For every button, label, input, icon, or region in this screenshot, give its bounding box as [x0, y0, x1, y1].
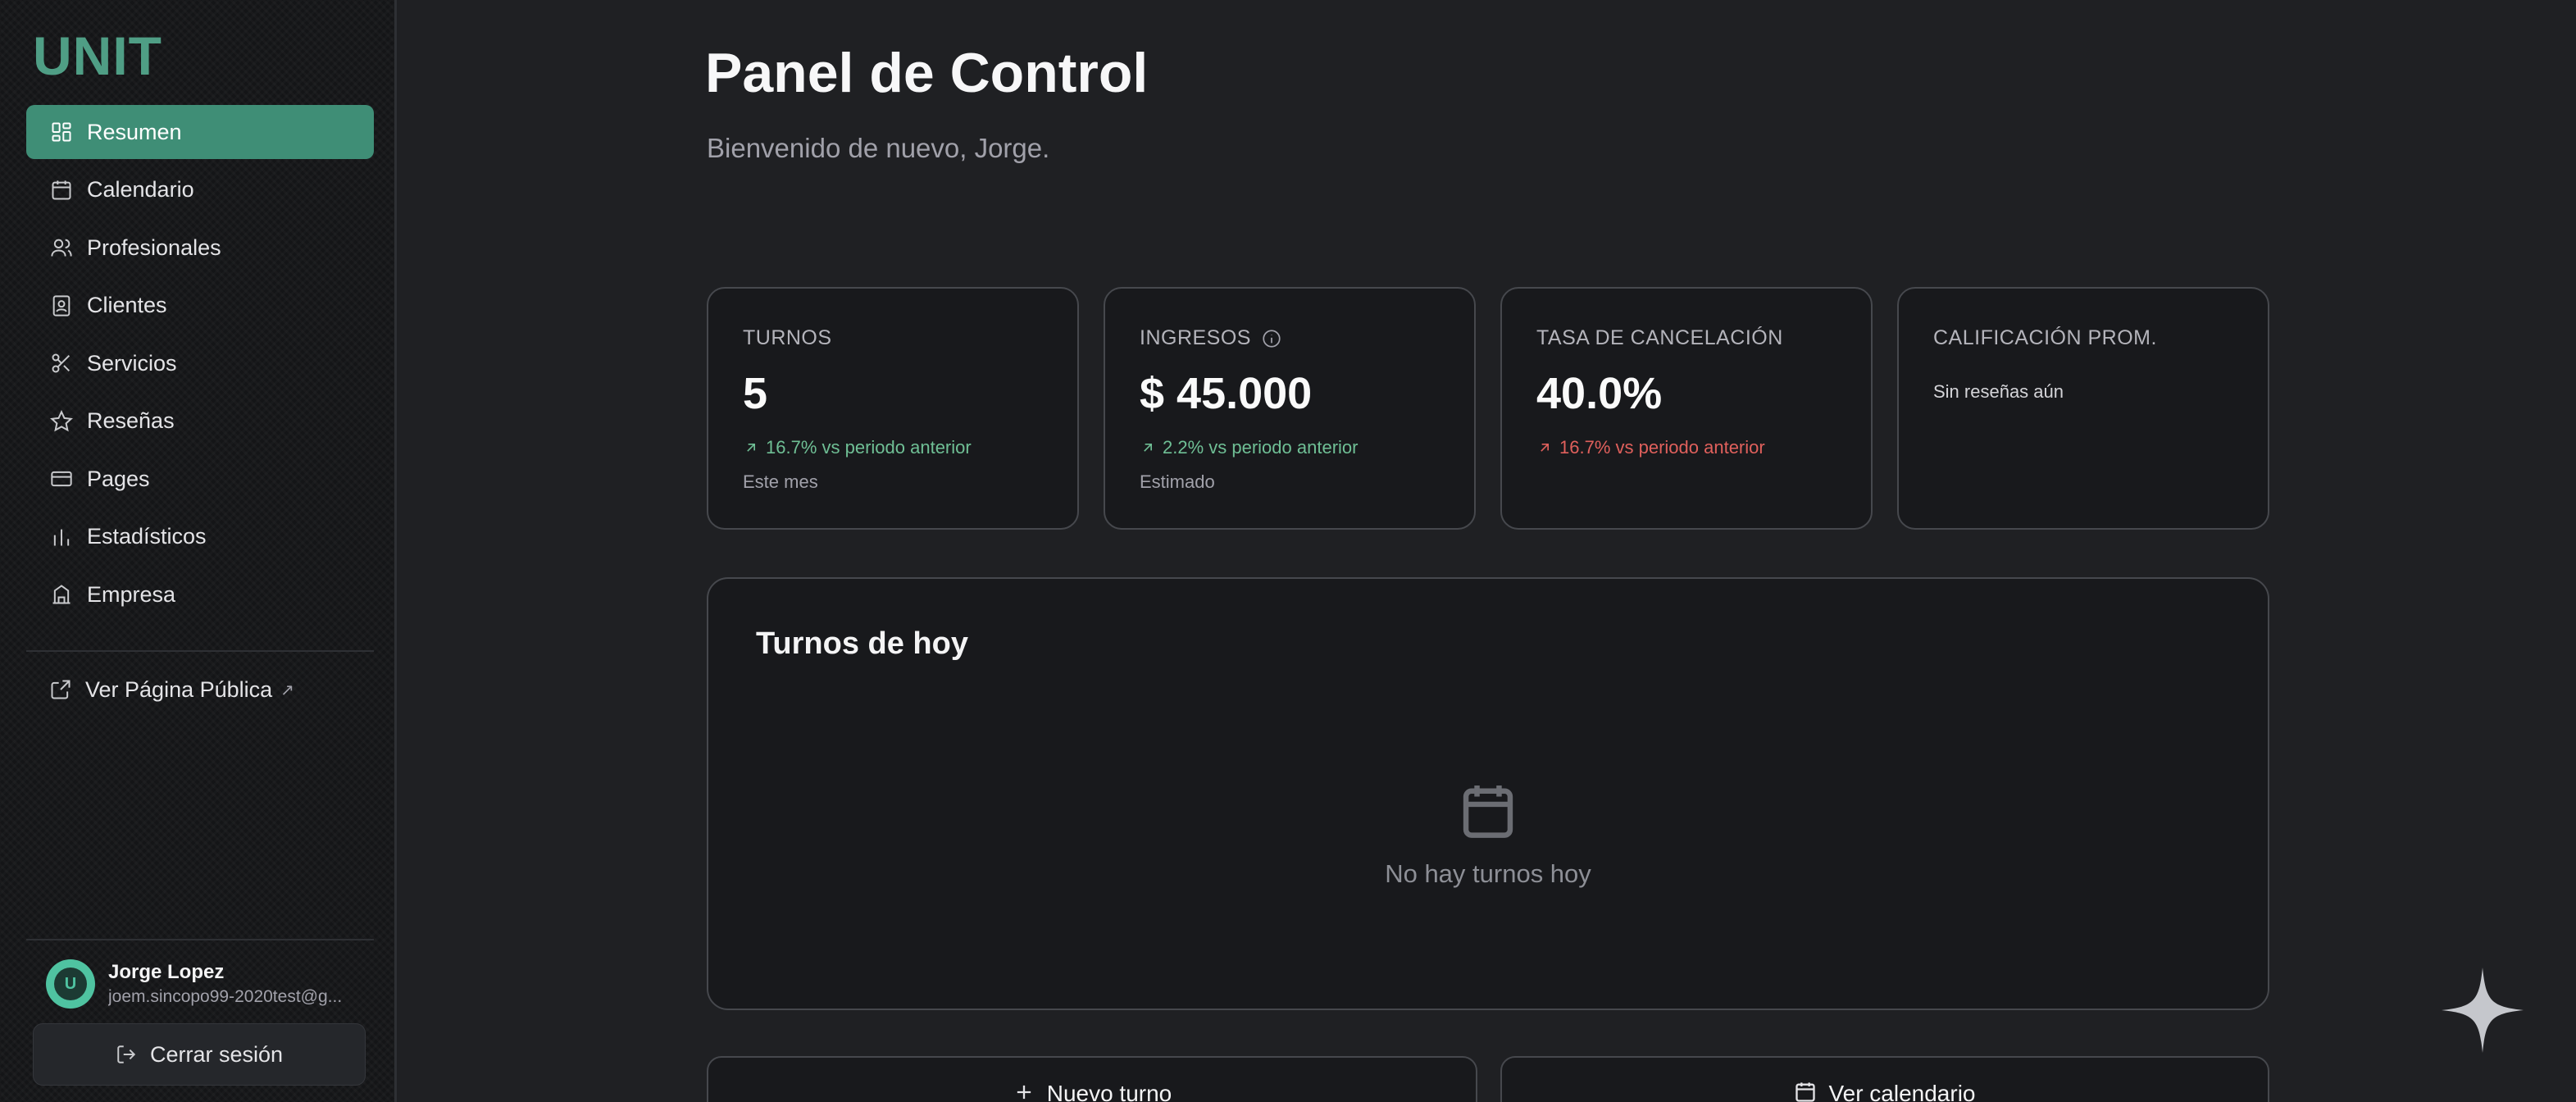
user-name: Jorge Lopez: [108, 961, 225, 983]
empty-state-text: No hay turnos hoy: [1385, 859, 1591, 888]
logout-label: Cerrar sesión: [149, 1041, 284, 1067]
sidebar-item-servicios[interactable]: Servicios: [26, 336, 374, 390]
scissors-icon: [49, 351, 74, 376]
stat-card-ingresos: INGRESOS $ 45.000 2.2% vs periodo anteri…: [1104, 287, 1476, 530]
sidebar-item-label: Empresa: [87, 581, 176, 607]
stat-value: $ 45.000: [1140, 369, 1313, 418]
app-logo[interactable]: UNIT: [33, 25, 162, 87]
trend-up-arrow-icon: [747, 444, 755, 452]
today-appointments-panel: Turnos de hoy No hay turnos hoy: [707, 577, 2269, 1010]
stat-trend: 2.2% vs periodo anterior: [1140, 437, 1440, 458]
calendar-icon: [49, 178, 74, 203]
sidebar-item-profesionales[interactable]: Profesionales: [26, 221, 374, 275]
public-link-label: Ver Página Pública: [85, 676, 273, 702]
sidebar-nav: Resumen Calendario Profesionales Cliente…: [26, 105, 374, 626]
logout-icon: [117, 1045, 136, 1063]
stat-trend: 16.7% vs periodo anterior: [743, 437, 1043, 458]
logout-button[interactable]: Cerrar sesión: [33, 1023, 366, 1086]
calendar-icon: [1795, 1082, 1816, 1102]
sidebar-item-label: Reseñas: [87, 408, 175, 433]
sidebar-item-label: Servicios: [87, 350, 177, 376]
sidebar-item-empresa[interactable]: Empresa: [26, 567, 374, 622]
star-icon: [49, 409, 74, 434]
bar-chart-icon: [49, 525, 74, 549]
user-profile[interactable]: U Jorge Lopez joem.sincopo99-2020test@g.…: [46, 958, 374, 1010]
sidebar-item-label: Clientes: [87, 293, 167, 317]
sidebar-item-label: Profesionales: [87, 235, 221, 260]
sidebar-item-label: Estadísticos: [87, 524, 207, 549]
new-appointment-button[interactable]: Nuevo turno: [707, 1056, 1477, 1102]
stat-card-cancelacion: TASA DE CANCELACIÓN 40.0% 16.7% vs perio…: [1500, 287, 1873, 530]
plus-icon: [1017, 1085, 1031, 1100]
view-public-page-link[interactable]: Ver Página Pública ↗: [26, 663, 374, 717]
calendar-icon: [1463, 786, 1513, 838]
stat-label: CALIFICACIÓN PROM.: [1933, 326, 2157, 349]
external-link-icon: [51, 680, 71, 699]
sidebar-item-label: Calendario: [87, 177, 194, 202]
welcome-subtitle: Bienvenido de nuevo, Jorge.: [707, 133, 1050, 163]
avatar-initial: U: [54, 968, 87, 1000]
contact-card-icon: [49, 294, 74, 318]
arrow-up-right-icon: ↗: [280, 681, 294, 699]
sidebar-item-clientes[interactable]: Clientes: [26, 279, 374, 333]
stat-label-row: INGRESOS: [1140, 326, 1440, 350]
section-title: Turnos de hoy: [756, 626, 968, 661]
trend-text: 16.7% vs periodo anterior: [1559, 437, 1765, 458]
sidebar-item-label: Resumen: [87, 119, 182, 144]
sparkle-icon[interactable]: [2442, 968, 2524, 1053]
trend-text: 2.2% vs periodo anterior: [1163, 437, 1359, 458]
info-icon[interactable]: [1261, 328, 1282, 349]
sidebar-item-resumen[interactable]: Resumen: [26, 105, 374, 159]
stat-label: TURNOS: [743, 326, 832, 349]
stat-card-calificacion: CALIFICACIÓN PROM. Sin reseñas aún: [1897, 287, 2269, 530]
stat-trend: 16.7% vs periodo anterior: [1536, 437, 1836, 458]
credit-card-icon: [49, 467, 74, 491]
stat-value: 40.0%: [1536, 369, 1663, 418]
sidebar-item-label: Pages: [87, 466, 150, 491]
stat-value: 5: [743, 369, 768, 418]
sidebar-divider: [26, 650, 374, 652]
building-icon: [49, 582, 74, 607]
sidebar: UNIT Resumen Calendario Profesionales Cl…: [0, 0, 397, 1102]
sidebar-item-estadisticos[interactable]: Estadísticos: [26, 510, 374, 564]
stat-label: TASA DE CANCELACIÓN: [1536, 326, 1783, 349]
page-title: Panel de Control: [705, 42, 1149, 104]
stat-card-turnos: TURNOS 5 16.7% vs periodo anterior Este …: [707, 287, 1079, 530]
stat-note: Estimado: [1140, 471, 1215, 492]
stat-note: Este mes: [743, 471, 818, 492]
stat-empty-text: Sin reseñas aún: [1933, 381, 2064, 402]
stat-label: INGRESOS: [1140, 326, 1251, 349]
sidebar-item-pages[interactable]: Pages: [26, 452, 374, 506]
layout-grid-icon: [49, 120, 74, 144]
sidebar-divider: [26, 939, 374, 940]
users-icon: [49, 235, 74, 260]
button-label: Ver calendario: [1828, 1081, 1976, 1102]
button-label: Nuevo turno: [1046, 1081, 1172, 1102]
sidebar-item-calendario[interactable]: Calendario: [26, 163, 374, 217]
avatar: U: [46, 959, 95, 1009]
empty-state: No hay turnos hoy: [708, 782, 2268, 889]
sidebar-item-resenas[interactable]: Reseñas: [26, 394, 374, 449]
view-calendar-button[interactable]: Ver calendario: [1500, 1056, 2269, 1102]
trend-up-arrow-icon: [1144, 444, 1152, 452]
trend-text: 16.7% vs periodo anterior: [766, 437, 972, 458]
user-email: joem.sincopo99-2020test@g...: [108, 987, 343, 1006]
trend-up-arrow-icon: [1541, 444, 1549, 452]
